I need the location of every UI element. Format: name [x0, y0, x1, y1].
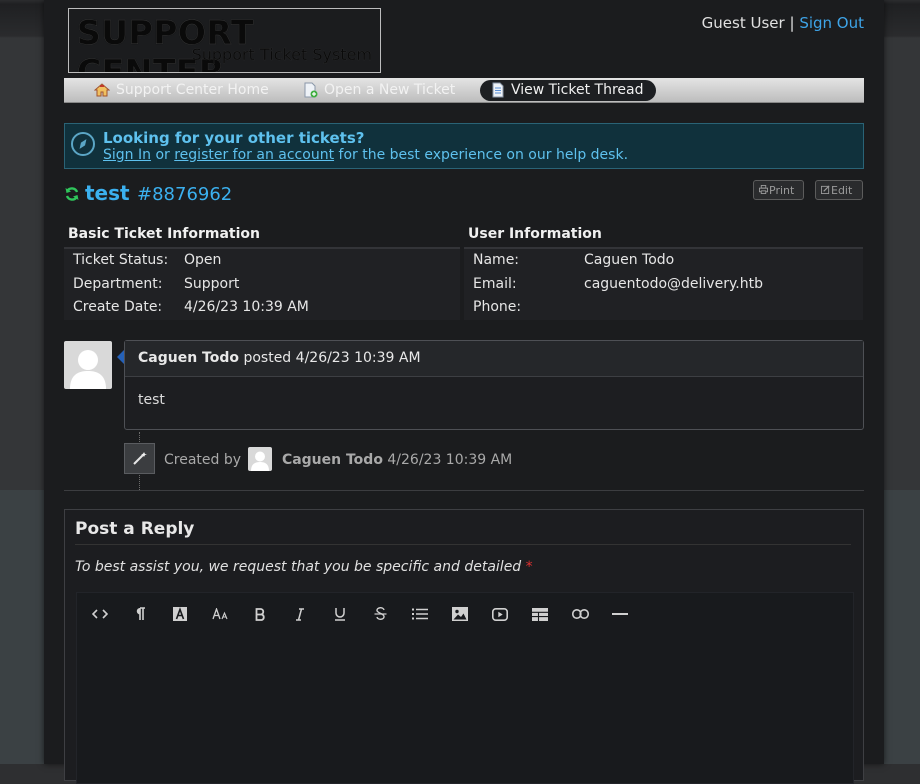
department-value: Support [184, 276, 240, 292]
event-author: Caguen Todo [281, 452, 383, 468]
edit-label: Edit [831, 184, 853, 197]
print-button[interactable]: Print [753, 180, 804, 200]
image-icon[interactable] [447, 604, 473, 624]
home-icon [94, 83, 110, 97]
entry-posted: posted [243, 350, 292, 366]
bold-icon[interactable] [247, 604, 273, 624]
entry-header-text: Caguen Todo posted 4/26/23 10:39 AM [138, 350, 421, 366]
sign-in-link[interactable]: Sign In [103, 147, 151, 163]
font-color-icon[interactable] [167, 604, 193, 624]
site-logo[interactable]: SUPPORT CENTER Support Ticket System [68, 8, 381, 73]
name-value: Caguen Todo [584, 252, 675, 268]
nav-item-home[interactable]: Support Center Home [94, 80, 269, 101]
nav-item-new-ticket-label: Open a New Ticket [324, 82, 456, 98]
info-banner: Looking for your other tickets? Sign In … [64, 123, 864, 169]
banner-title: Looking for your other tickets? [103, 129, 365, 147]
strikethrough-icon[interactable] [367, 604, 393, 624]
email-label: Email: [473, 276, 517, 292]
avatar [64, 341, 112, 389]
edit-icon [821, 181, 831, 200]
editor-toolbar [77, 593, 853, 635]
entry-body: test [138, 392, 165, 408]
nav-item-home-label: Support Center Home [116, 82, 269, 98]
reply-title: Post a Reply [75, 519, 195, 539]
banner-text: Sign In or register for an account for t… [103, 147, 628, 163]
thread-entry: Caguen Todo posted 4/26/23 10:39 AM test [124, 340, 864, 430]
nav-item-new-ticket[interactable]: Open a New Ticket [302, 80, 455, 101]
userbar-separator: | [789, 14, 795, 32]
event-date: 4/26/23 10:39 AM [387, 452, 513, 468]
basic-info-heading: Basic Ticket Information [68, 226, 260, 242]
user-info-heading: User Information [468, 226, 602, 242]
thread-divider [64, 490, 864, 491]
reply-note-text: To best assist you, we request that you … [75, 559, 522, 575]
entry-pointer [117, 350, 124, 364]
main-nav: Support Center Home Open a New Ticket Vi… [64, 78, 864, 103]
nav-item-view-thread-label: View Ticket Thread [511, 82, 644, 98]
ticket-subject: test [85, 181, 130, 205]
logo-title: SUPPORT CENTER [77, 13, 254, 73]
magic-wand-icon [124, 443, 155, 474]
paragraph-icon[interactable] [127, 604, 153, 624]
name-label: Name: [473, 252, 520, 268]
create-date-label: Create Date: [73, 299, 163, 315]
department-label: Department: [73, 276, 163, 292]
horizontal-rule-icon[interactable] [607, 604, 633, 624]
reply-separator [75, 544, 851, 545]
reply-note: To best assist you, we request that you … [75, 559, 533, 575]
code-view-icon[interactable] [87, 604, 113, 624]
event-avatar [248, 447, 272, 471]
sign-out-link[interactable]: Sign Out [799, 14, 864, 32]
guest-user-label: Guest User [701, 14, 785, 32]
entry-date: 4/26/23 10:39 AM [295, 350, 421, 366]
logo-subtitle: Support Ticket System [191, 45, 372, 64]
table-icon[interactable] [527, 604, 553, 624]
nav-item-view-thread[interactable]: View Ticket Thread [480, 80, 656, 101]
status-label: Ticket Status: [73, 252, 169, 268]
thread-entry-header: Caguen Todo posted 4/26/23 10:39 AM [125, 341, 863, 377]
print-icon [759, 181, 769, 200]
italic-icon[interactable] [287, 604, 313, 624]
banner-suffix: for the best experience on our help desk… [338, 147, 629, 163]
compass-icon [71, 132, 95, 156]
user-info-table: Name: Caguen Todo Email: caguentodo@deli… [464, 247, 863, 320]
video-icon[interactable] [487, 604, 513, 624]
thread-event: Created by Caguen Todo 4/26/23 10:39 AM [164, 447, 513, 471]
event-created-by: Created by [164, 452, 242, 468]
banner-or: or [155, 147, 170, 163]
edit-button[interactable]: Edit [815, 180, 863, 200]
print-label: Print [769, 184, 795, 197]
phone-label: Phone: [473, 299, 522, 315]
status-value: Open [184, 252, 222, 268]
main-container: SUPPORT CENTER Support Ticket System Gue… [44, 0, 884, 784]
refresh-icon[interactable] [64, 186, 80, 202]
new-ticket-icon [304, 82, 318, 98]
link-icon[interactable] [567, 604, 593, 624]
register-link[interactable]: register for an account [174, 147, 334, 163]
ticket-number-link[interactable]: #8876962 [137, 184, 232, 205]
font-size-icon[interactable] [207, 604, 233, 624]
reply-form: Post a Reply To best assist you, we requ… [64, 509, 864, 784]
underline-icon[interactable] [327, 604, 353, 624]
ticket-thread-icon [492, 82, 504, 98]
required-mark: * [525, 559, 533, 575]
entry-author: Caguen Todo [138, 350, 239, 366]
reply-editor[interactable] [76, 592, 854, 784]
user-bar: Guest User | Sign Out [702, 14, 864, 32]
basic-info-table: Ticket Status: Open Department: Support … [64, 247, 460, 320]
list-icon[interactable] [407, 604, 433, 624]
create-date-value: 4/26/23 10:39 AM [184, 299, 309, 315]
email-value: caguentodo@delivery.htb [584, 276, 763, 292]
